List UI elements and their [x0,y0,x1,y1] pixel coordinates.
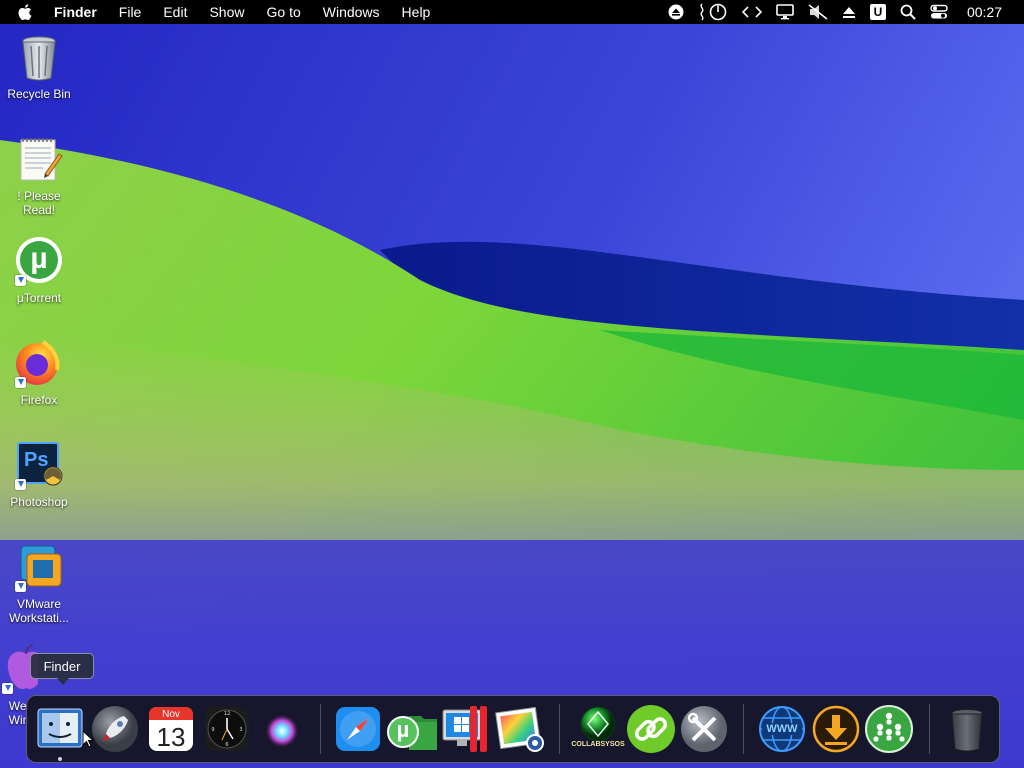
utorrent-glyph: µ [30,242,48,275]
desktop-wallpaper [0,0,1024,768]
dock-launchpad[interactable] [90,704,140,754]
windows-vm-icon [442,706,487,752]
menu-edit[interactable]: Edit [163,4,187,20]
finder-icon [37,708,83,748]
dock-tooltip: Finder [30,653,94,685]
dock-collabsysos[interactable]: COLLABSYSOS [571,704,625,754]
running-indicator [58,757,62,761]
desktop-icon-utorrent[interactable]: µ μTorrent [0,236,78,305]
desktop-icon-label: Recycle Bin [7,87,71,101]
desktop-icon-vmware[interactable]: VMware Workstati... [0,542,78,625]
menu-help[interactable]: Help [402,4,431,20]
shortcut-arrow-icon [15,377,26,388]
svg-text:6: 6 [225,742,228,748]
collabsysos-label: COLLABSYSOS [571,741,625,748]
clock-icon: 12 3 6 9 [205,707,249,751]
www-label: WWW [766,723,798,735]
dock-separator [320,704,321,754]
menu-go-to[interactable]: Go to [267,4,301,20]
dock: Nov 13 12 3 6 9 µ COLLABSYSOS WWW [26,695,1000,763]
photoshop-glyph: Ps [24,449,49,471]
menu-app-finder[interactable]: Finder [54,4,97,20]
desktop-icon-label: μTorrent [16,291,62,305]
shortcut-arrow-icon [2,683,13,694]
dock-finder[interactable] [35,704,85,754]
safari-icon [336,707,380,751]
desktop-icon-recycle-bin[interactable]: Recycle Bin [0,32,78,101]
dock-link-app[interactable] [625,704,675,754]
dock-utorrent-folder[interactable]: µ [387,704,437,754]
dock-calendar[interactable]: Nov 13 [146,704,196,754]
u-badge-label: U [869,4,886,20]
dock-clock[interactable]: 12 3 6 9 [202,704,252,754]
desktop-icon-please-read[interactable]: ! Please Read! [0,134,78,217]
u-badge-icon[interactable]: U [869,0,886,24]
text-document-icon [13,134,65,186]
menu-bar: Finder File Edit Show Go to Windows Help… [0,0,1024,24]
svg-text:9: 9 [211,727,214,733]
svg-text:12: 12 [224,711,230,717]
dock-safari[interactable] [333,704,383,754]
utorrent-folder-glyph: µ [396,717,410,742]
photo-viewer-icon [495,706,544,752]
desktop-icon-photoshop[interactable]: Ps Photoshop [0,440,78,509]
search-icon[interactable] [900,0,916,24]
chain-link-icon [627,705,675,753]
photoshop-icon: Ps [13,440,65,492]
siri-icon [264,713,300,749]
dock-trash[interactable] [942,704,992,754]
dock-downloader[interactable] [810,704,860,754]
desktop-icon-label: Firefox [20,393,58,407]
dock-utilities[interactable] [678,704,728,754]
menubar-clock[interactable]: 00:27 [967,4,1002,20]
dock-separator [743,704,744,754]
tools-icon [681,706,727,752]
firefox-icon [13,338,65,390]
shortcut-arrow-icon [15,581,26,592]
display-icon[interactable] [776,0,794,24]
dock-separator [929,704,930,754]
mouse-pointer-icon [82,730,94,748]
desktop-icon-label: Photoshop [10,495,68,509]
dock-parallels-windows[interactable] [441,704,491,754]
eject-icon[interactable] [668,0,684,24]
calendar-month: Nov [162,709,180,720]
svg-text:3: 3 [239,727,242,733]
dock-separator [559,704,560,754]
dock-siri[interactable] [257,704,307,754]
dock-network-users[interactable] [863,704,913,754]
dock-web-browser[interactable]: WWW [756,704,806,754]
menu-file[interactable]: File [119,4,142,20]
apple-menu-icon[interactable] [18,4,40,20]
menu-show[interactable]: Show [209,4,244,20]
desktop-icon-label: ! Please Read! [17,189,61,217]
desktop-icon-firefox[interactable]: Firefox [0,338,78,407]
trash-icon [951,709,983,752]
recycle-bin-icon [13,32,65,84]
power-gauge-icon[interactable] [698,0,728,24]
shortcut-arrow-icon [15,275,26,286]
calendar-day: 13 [156,722,186,752]
users-network-icon [865,705,913,753]
code-brackets-icon[interactable] [741,0,762,24]
desktop-icon-label: VMware Workstati... [9,597,69,625]
shortcut-arrow-icon [15,479,26,490]
up-triangle-icon[interactable] [842,0,856,24]
mute-icon[interactable] [808,0,828,24]
dock-photos[interactable] [494,704,544,754]
control-center-icon[interactable] [930,0,948,24]
rocket-icon [92,706,138,752]
vmware-icon [13,542,65,594]
menu-windows[interactable]: Windows [323,4,380,20]
utorrent-icon: µ [13,236,65,288]
download-arrow-icon [812,705,860,753]
status-area: U 00:27 [661,0,1024,24]
